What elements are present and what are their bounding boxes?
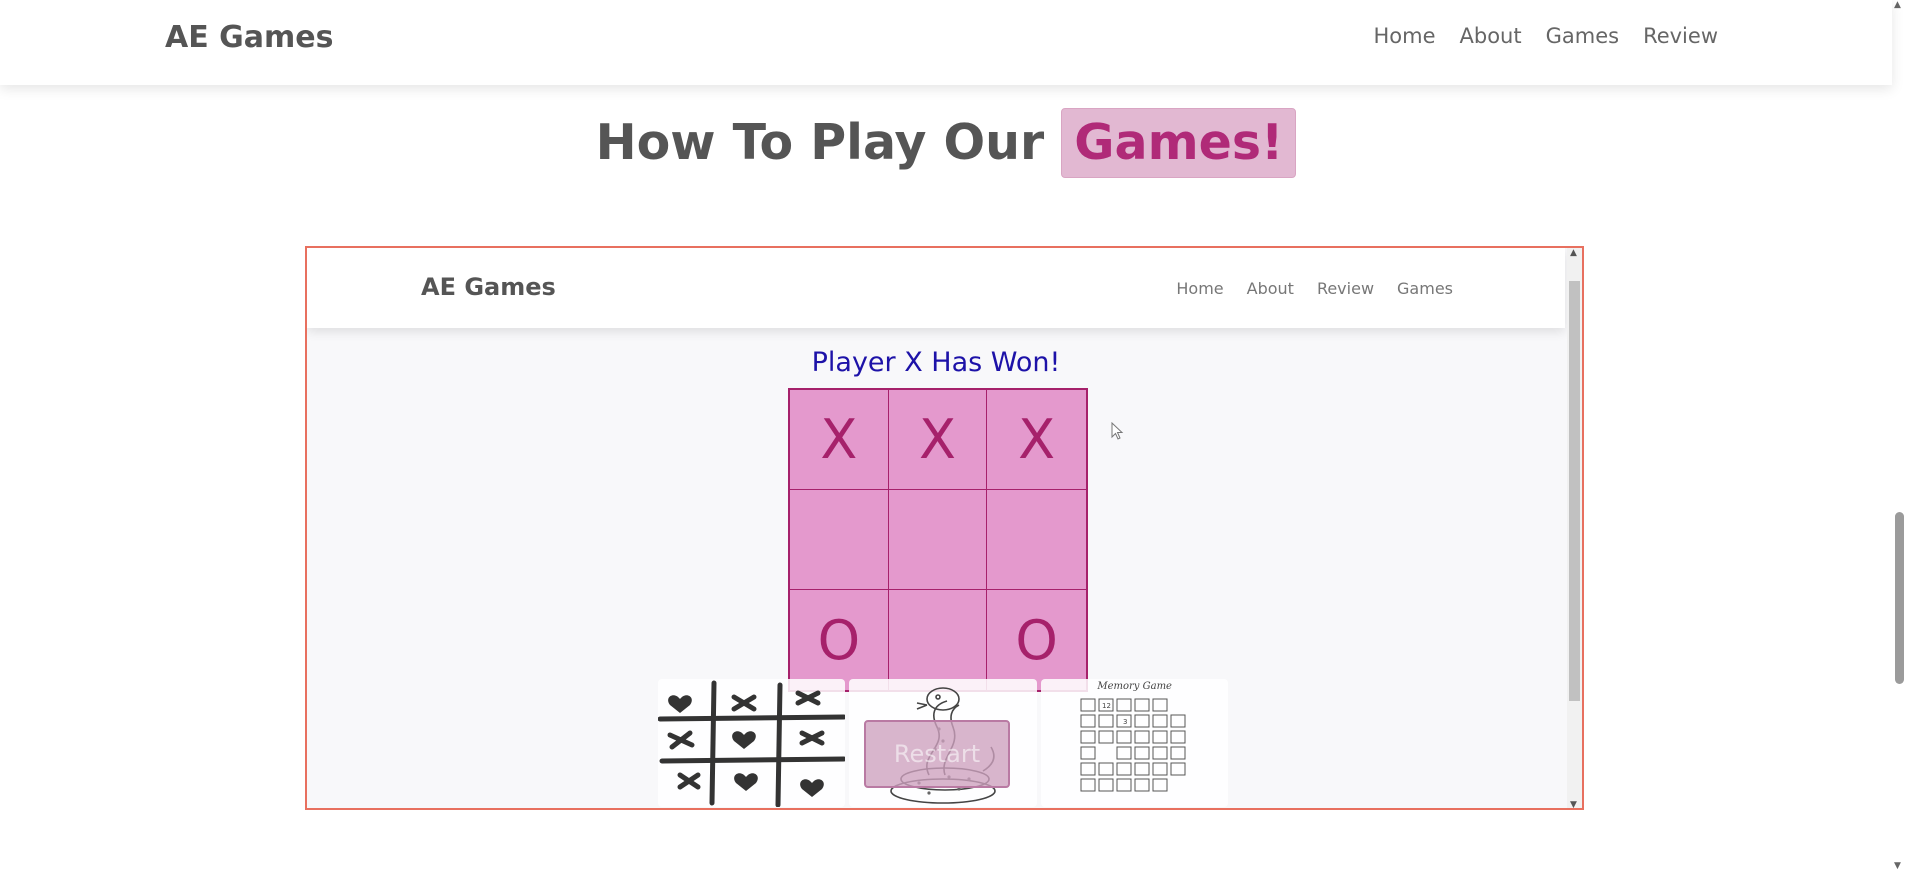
demo-nav-link-games[interactable]: Games [1397, 279, 1453, 298]
board-cell[interactable]: X [888, 390, 988, 490]
heading-text: How To Play Our [595, 114, 1045, 171]
board-cell[interactable]: X [987, 390, 1086, 490]
board-cell[interactable] [889, 590, 988, 690]
demo-brand-logo[interactable]: AE Games [421, 273, 556, 301]
nav-link-review[interactable]: Review [1643, 24, 1718, 48]
memory-grid-image: 12 3 [1080, 698, 1186, 792]
nav-link-games[interactable]: Games [1546, 24, 1619, 48]
memory-game-thumbnail[interactable]: Memory Game 12 3 [1040, 679, 1228, 807]
brand-logo[interactable]: AE Games [165, 20, 334, 55]
tic-tac-toe-thumbnail-image [658, 680, 846, 807]
demo-scrollbar[interactable]: ▲ ▼ [1567, 248, 1582, 808]
board-cell[interactable] [790, 490, 889, 590]
demo-nav-link-home[interactable]: Home [1176, 279, 1223, 298]
tic-tac-toe-thumbnail[interactable] [658, 679, 846, 807]
page-scrollbar[interactable]: ▲ ▼ [1892, 0, 1906, 871]
nav-links: Home About Games Review [1373, 24, 1718, 48]
demo-navbar: AE Games Home About Review Games [307, 248, 1565, 328]
tic-tac-toe-board: X X X O O [788, 388, 1088, 692]
board-cell[interactable] [987, 490, 1086, 590]
game-status: Player X Has Won! [811, 347, 1061, 378]
demo-scroll-thumb[interactable] [1569, 281, 1580, 701]
page-scroll-down-icon[interactable]: ▼ [1894, 861, 1901, 871]
mouse-cursor-icon [1111, 422, 1124, 440]
main-navbar: AE Games Home About Games Review [0, 0, 1892, 85]
board-cell[interactable]: O [790, 590, 889, 690]
board-cell[interactable] [888, 490, 988, 590]
section-heading: How To Play Our Games! [0, 108, 1892, 178]
demo-nav-links: Home About Review Games [1176, 279, 1453, 298]
heading-highlight: Games! [1061, 108, 1297, 178]
game-demo-frame[interactable]: AE Games Home About Review Games Player … [305, 246, 1584, 810]
page-scroll-thumb[interactable] [1895, 512, 1904, 684]
demo-nav-link-review[interactable]: Review [1317, 279, 1374, 298]
scroll-down-arrow-icon[interactable]: ▼ [1570, 800, 1577, 808]
restart-button[interactable]: Restart [864, 720, 1010, 788]
scroll-up-arrow-icon[interactable]: ▲ [1570, 248, 1577, 258]
page-scroll-up-icon[interactable]: ▲ [1894, 0, 1901, 10]
demo-nav-link-about[interactable]: About [1247, 279, 1294, 298]
nav-link-about[interactable]: About [1460, 24, 1522, 48]
nav-link-home[interactable]: Home [1373, 24, 1435, 48]
memory-number: 3 [1123, 718, 1127, 726]
board-cell[interactable]: X [790, 390, 889, 490]
board-cell[interactable]: O [987, 590, 1086, 690]
memory-number: 12 [1102, 702, 1111, 710]
